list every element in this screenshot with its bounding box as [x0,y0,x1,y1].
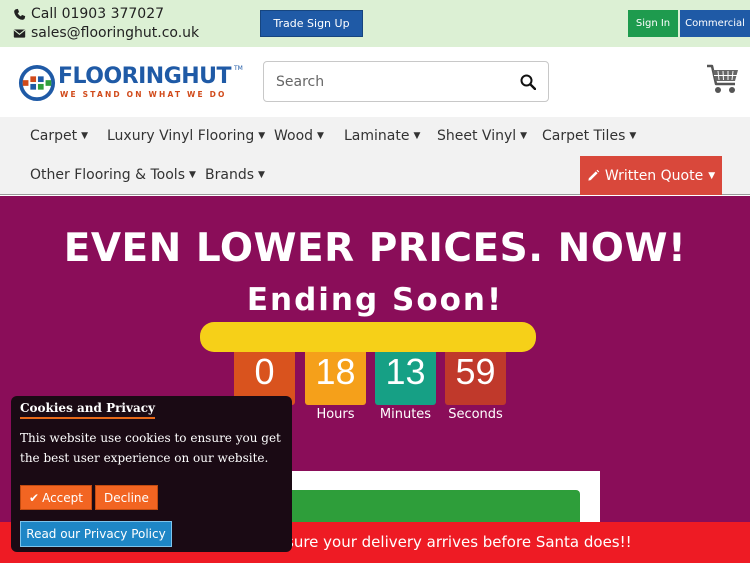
search-input[interactable] [276,72,496,92]
nav-item-label: Brands [205,167,254,183]
countdown-hours-label: Hours [316,407,355,422]
chevron-down-icon: ▼ [81,131,89,141]
cookie-title: Cookies and Privacy [20,401,155,419]
hero-headline: EVEN LOWER PRICES. NOW! [63,226,687,271]
nav-item-carpet-tiles[interactable]: Carpet Tiles ▼ [542,128,636,144]
nav-item-label: Sheet Vinyl [437,128,517,144]
nav-item-label: Other Flooring & Tools [30,167,185,183]
email-address[interactable]: sales@flooringhut.co.uk [31,24,199,43]
nav-item-label: Luxury Vinyl Flooring [107,128,255,144]
site-header: FLOORINGHUT TM WE STAND ON WHAT WE DO [0,47,750,117]
hero-subhead: Ending Soon! [246,282,504,318]
pencil-icon [588,169,600,181]
logo-word-hut: HUT [181,64,232,89]
written-quote-button[interactable]: Written Quote ▼ [580,156,722,195]
trade-signup-button[interactable]: Trade Sign Up [260,10,363,37]
search-box[interactable] [263,61,549,102]
commercial-button[interactable]: Commercial [680,10,750,37]
top-bar: Call 01903 377027 sales@flooringhut.co.u… [0,0,750,47]
cookie-consent-popup: Cookies and Privacy This website use coo… [11,396,292,552]
chevron-down-icon: ▼ [629,131,637,141]
chevron-down-icon: ▼ [317,131,324,141]
privacy-policy-button[interactable]: Read our Privacy Policy [20,521,172,547]
chevron-down-icon: ▼ [258,170,265,180]
chevron-down-icon: ▼ [258,131,266,141]
countdown-minutes-label: Minutes [379,407,432,422]
nav-item-laminate[interactable]: Laminate ▼ [344,128,420,144]
decline-cookies-button[interactable]: Decline [95,485,158,510]
chevron-down-icon: ▼ [520,131,528,141]
logo-tagline: WE STAND ON WHAT WE DO [60,90,227,99]
main-nav: Carpet ▼ Luxury Vinyl Flooring ▼ Wood ▼ Lam… [0,117,750,195]
nav-item-carpet[interactable]: Carpet ▼ [30,128,88,144]
phone-row[interactable]: Call 01903 377027 [13,5,199,24]
logo-word-flooring: FLOORING [58,64,182,89]
shopping-cart-icon[interactable] [706,63,740,95]
cookie-message: This website use cookies to ensure you g… [20,431,281,465]
envelope-icon [13,29,26,38]
nav-item-sheet-vinyl[interactable]: Sheet Vinyl ▼ [437,128,527,144]
nav-item-label: Laminate [344,128,410,144]
contact-info: Call 01903 377027 sales@flooringhut.co.u… [13,5,199,43]
chevron-down-icon: ▼ [188,170,196,180]
nav-item-wood[interactable]: Wood ▼ [274,128,324,144]
nav-item-brands[interactable]: Brands ▼ [205,167,265,183]
email-row[interactable]: sales@flooringhut.co.uk [13,24,199,43]
promo-image-highlight [200,322,536,352]
nav-item-other-flooring-tools[interactable]: Other Flooring & Tools ▼ [30,167,196,183]
checkmark-icon: ✔ [29,490,40,505]
nav-item-label: Carpet Tiles [542,128,626,144]
logo-wordmark: FLOORINGHUT [58,64,232,90]
sign-in-button[interactable]: Sign In [628,10,678,37]
logo-trademark: TM [234,65,243,72]
logo-mark-icon [18,64,56,102]
written-quote-label: Written Quote [604,167,704,184]
accept-label: Accept [42,490,83,505]
nav-item-label: Wood [274,128,314,144]
search-icon[interactable] [520,74,536,90]
nav-item-luxury-vinyl-flooring[interactable]: Luxury Vinyl Flooring ▼ [107,128,265,144]
chevron-down-icon: ▼ [413,131,421,141]
nav-item-label: Carpet [30,128,78,144]
logo[interactable]: FLOORINGHUT TM WE STAND ON WHAT WE DO [18,64,243,104]
delivery-banner-text: sure your delivery arrives before Santa … [286,533,632,551]
chevron-down-icon: ▼ [708,170,716,181]
accept-cookies-button[interactable]: ✔ Accept [20,485,92,510]
phone-icon [14,8,26,20]
phone-number[interactable]: Call 01903 377027 [31,5,164,24]
countdown-seconds-label: Seconds [448,407,503,422]
